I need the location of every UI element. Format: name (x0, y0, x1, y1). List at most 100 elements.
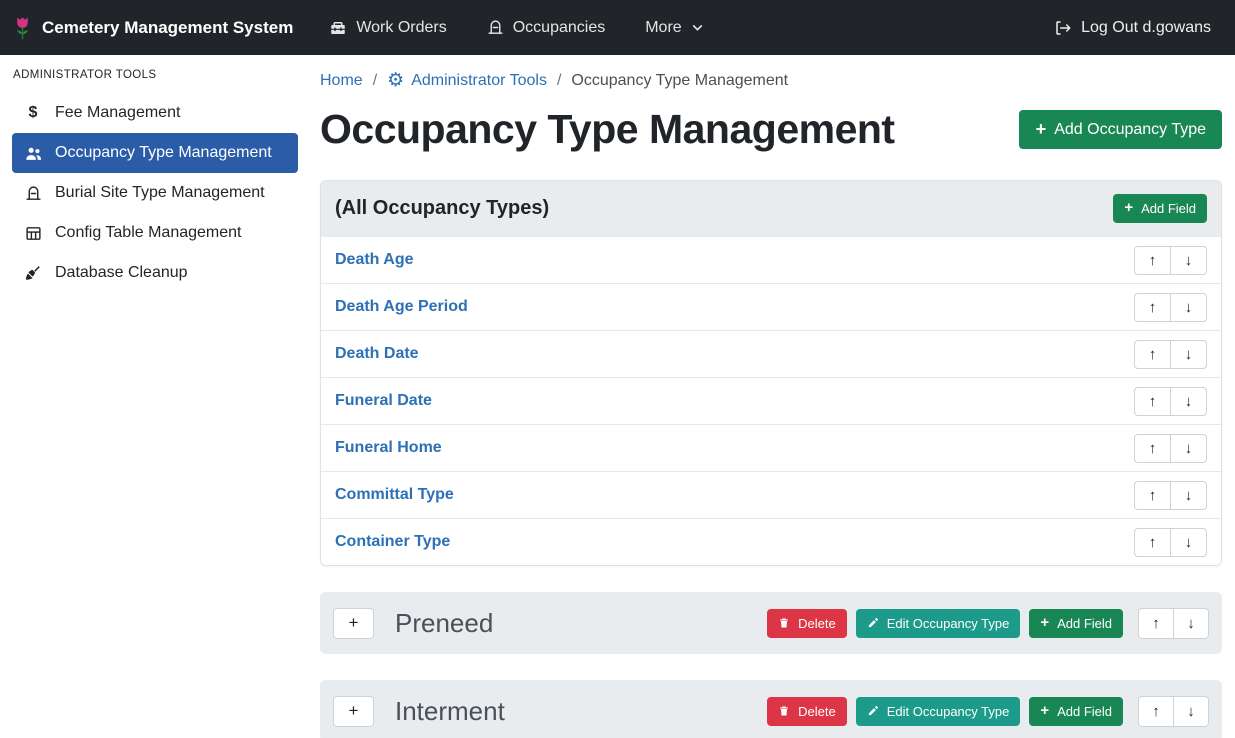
section-title: Preneed (395, 608, 493, 639)
section-actions: Delete Edit Occupancy Type + Add Field ↑… (767, 608, 1209, 639)
move-up-button[interactable]: ↑ (1134, 387, 1171, 416)
top-navbar: Cemetery Management System Work Orders O… (0, 0, 1235, 55)
reorder-button-group: ↑ ↓ (1138, 696, 1209, 727)
nav-work-orders[interactable]: Work Orders (329, 19, 446, 37)
arrow-up-icon: ↑ (1149, 534, 1157, 551)
field-link[interactable]: Funeral Date (335, 392, 432, 410)
expand-section-button[interactable]: + (333, 608, 374, 639)
arrow-down-icon: ↓ (1185, 487, 1193, 504)
reorder-button-group: ↑ ↓ (1134, 293, 1207, 322)
move-down-button[interactable]: ↓ (1170, 481, 1207, 510)
move-up-button[interactable]: ↑ (1134, 246, 1171, 275)
move-up-button[interactable]: ↑ (1134, 434, 1171, 463)
arrow-down-icon: ↓ (1185, 440, 1193, 457)
sidebar-item-label: Database Cleanup (55, 264, 188, 282)
arrow-down-icon: ↓ (1185, 299, 1193, 316)
move-down-button[interactable]: ↓ (1170, 246, 1207, 275)
section-actions: Delete Edit Occupancy Type + Add Field ↑… (767, 696, 1209, 727)
trash-icon (778, 705, 790, 717)
move-down-button[interactable]: ↓ (1170, 528, 1207, 557)
breadcrumb-separator: / (557, 72, 561, 90)
plus-icon: + (1035, 120, 1046, 138)
move-up-button[interactable]: ↑ (1134, 340, 1171, 369)
move-up-button[interactable]: ↑ (1134, 481, 1171, 510)
sidebar-item-fee-management[interactable]: $ Fee Management (12, 93, 298, 133)
arrow-down-icon: ↓ (1185, 534, 1193, 551)
nav-occupancies-label: Occupancies (513, 19, 606, 37)
add-field-button[interactable]: + Add Field (1029, 609, 1123, 638)
arrow-up-icon: ↑ (1149, 440, 1157, 457)
all-occupancy-types-card: (All Occupancy Types) + Add Field Death … (320, 180, 1222, 566)
reorder-button-group: ↑ ↓ (1134, 434, 1207, 463)
arrow-down-icon: ↓ (1185, 252, 1193, 269)
move-down-button[interactable]: ↓ (1170, 293, 1207, 322)
app-brand[interactable]: Cemetery Management System (12, 15, 293, 41)
sidebar-item-label: Config Table Management (55, 224, 242, 242)
dollar-icon: $ (22, 104, 44, 122)
logout-icon (1054, 19, 1072, 37)
edit-occupancy-type-button[interactable]: Edit Occupancy Type (856, 697, 1021, 726)
add-occupancy-type-button[interactable]: + Add Occupancy Type (1019, 110, 1222, 148)
plus-icon: + (1040, 616, 1049, 631)
nav-occupancies[interactable]: Occupancies (487, 19, 606, 37)
reorder-button-group: ↑ ↓ (1134, 246, 1207, 275)
arrow-down-icon: ↓ (1187, 703, 1195, 720)
move-up-button[interactable]: ↑ (1134, 293, 1171, 322)
move-up-button[interactable]: ↑ (1134, 528, 1171, 557)
breadcrumb-home[interactable]: Home (320, 72, 363, 90)
nav-more[interactable]: More (645, 19, 703, 37)
sidebar-item-label: Burial Site Type Management (55, 184, 265, 202)
arrow-up-icon: ↑ (1152, 703, 1160, 720)
add-field-button[interactable]: + Add Field (1113, 194, 1207, 223)
field-row: Funeral Home ↑ ↓ (321, 424, 1221, 471)
sidebar-item-occupancy-type-management[interactable]: Occupancy Type Management (12, 133, 298, 173)
title-row: Occupancy Type Management + Add Occupanc… (320, 106, 1222, 153)
pencil-icon (867, 617, 879, 629)
move-down-button[interactable]: ↓ (1170, 387, 1207, 416)
move-down-button[interactable]: ↓ (1170, 434, 1207, 463)
edit-occupancy-type-button[interactable]: Edit Occupancy Type (856, 609, 1021, 638)
card-title: (All Occupancy Types) (335, 197, 549, 220)
field-row: Death Age Period ↑ ↓ (321, 283, 1221, 330)
sidebar-item-database-cleanup[interactable]: Database Cleanup (12, 253, 298, 293)
app-title: Cemetery Management System (42, 18, 293, 38)
delete-button[interactable]: Delete (767, 609, 847, 638)
field-link[interactable]: Death Date (335, 345, 419, 363)
move-down-button[interactable]: ↓ (1173, 608, 1209, 639)
pencil-icon (867, 705, 879, 717)
plus-icon: + (349, 613, 359, 632)
field-row: Death Age ↑ ↓ (321, 236, 1221, 283)
field-row: Funeral Date ↑ ↓ (321, 377, 1221, 424)
field-row: Committal Type ↑ ↓ (321, 471, 1221, 518)
move-up-button[interactable]: ↑ (1138, 608, 1174, 639)
expand-section-button[interactable]: + (333, 696, 374, 727)
nav-more-label: More (645, 19, 681, 37)
field-link[interactable]: Death Age Period (335, 298, 468, 316)
move-up-button[interactable]: ↑ (1138, 696, 1174, 727)
gear-icon: ⚙ (387, 71, 404, 90)
reorder-button-group: ↑ ↓ (1134, 481, 1207, 510)
breadcrumb-admin-tools[interactable]: ⚙ Administrator Tools (387, 71, 547, 90)
delete-button[interactable]: Delete (767, 697, 847, 726)
field-row: Container Type ↑ ↓ (321, 518, 1221, 565)
field-link[interactable]: Death Age (335, 251, 414, 269)
add-field-button[interactable]: + Add Field (1029, 697, 1123, 726)
add-field-label: Add Field (1057, 704, 1112, 719)
move-down-button[interactable]: ↓ (1173, 696, 1209, 727)
field-link[interactable]: Container Type (335, 533, 450, 551)
logout-link[interactable]: Log Out d.gowans (1054, 19, 1211, 37)
chevron-down-icon (691, 21, 704, 34)
delete-label: Delete (798, 616, 836, 631)
sidebar-item-config-table-management[interactable]: Config Table Management (12, 213, 298, 253)
breadcrumb-home-label: Home (320, 72, 363, 90)
field-row: Death Date ↑ ↓ (321, 330, 1221, 377)
field-link[interactable]: Committal Type (335, 486, 454, 504)
users-icon (22, 144, 44, 163)
reorder-button-group: ↑ ↓ (1134, 528, 1207, 557)
move-down-button[interactable]: ↓ (1170, 340, 1207, 369)
page-layout: ADMINISTRATOR TOOLS $ Fee Management Occ… (0, 55, 1235, 738)
sidebar-header: ADMINISTRATOR TOOLS (12, 69, 298, 93)
sidebar-item-burial-site-type-management[interactable]: Burial Site Type Management (12, 173, 298, 213)
occupancy-type-section-preneed: + Preneed Delete Edit Occupancy Type (320, 592, 1222, 654)
field-link[interactable]: Funeral Home (335, 439, 442, 457)
